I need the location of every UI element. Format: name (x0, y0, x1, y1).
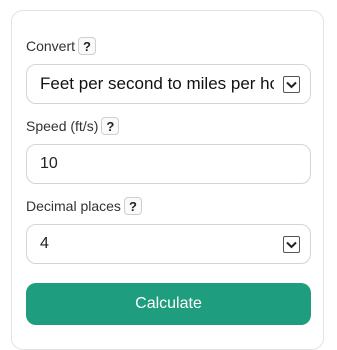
convert-help-button[interactable]: ? (78, 37, 97, 55)
speed-help-button[interactable]: ? (101, 117, 120, 135)
chevron-down-icon[interactable] (283, 76, 300, 93)
convert-field: Convert ? Feet per second to miles per h… (26, 35, 311, 104)
convert-selected-value: Feet per second to miles per hour (40, 74, 295, 93)
speed-label: Speed (ft/s) (26, 118, 99, 134)
decimals-selected-value: 4 (40, 235, 49, 252)
converter-card: Convert ? Feet per second to miles per h… (11, 10, 324, 350)
convert-label-row: Convert ? (26, 35, 311, 57)
speed-input-value: 10 (40, 155, 58, 172)
calculate-button[interactable]: Calculate (26, 283, 311, 325)
convert-select[interactable]: Feet per second to miles per hour (26, 64, 311, 104)
decimals-help-button[interactable]: ? (123, 197, 142, 215)
speed-input[interactable]: 10 (26, 144, 311, 184)
decimals-label-row: Decimal places ? (26, 195, 311, 217)
decimals-select[interactable]: 4 (26, 224, 311, 264)
convert-label: Convert (26, 38, 76, 54)
speed-field: Speed (ft/s) ? 10 (26, 115, 311, 184)
decimals-field: Decimal places ? 4 (26, 195, 311, 264)
speed-label-row: Speed (ft/s) ? (26, 115, 311, 137)
decimals-label: Decimal places (26, 198, 121, 214)
chevron-down-icon[interactable] (283, 236, 300, 253)
